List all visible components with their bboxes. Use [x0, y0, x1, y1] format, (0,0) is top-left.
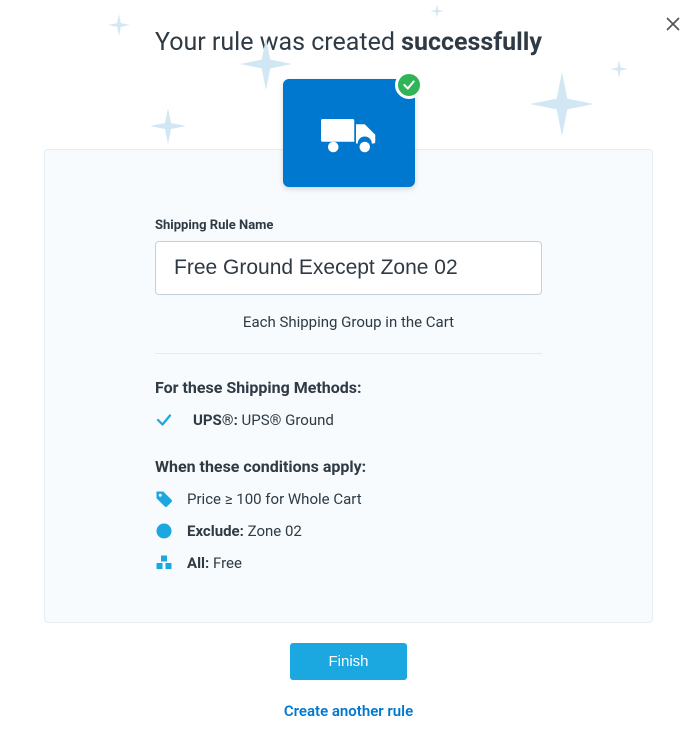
tag-icon	[155, 490, 173, 508]
title-prefix: Your rule was created	[155, 28, 401, 57]
page-title: Your rule was created successfully	[0, 0, 697, 57]
boxes-icon	[155, 554, 173, 572]
condition-price-text: Price ≥ 100 for Whole Cart	[187, 490, 362, 508]
close-icon	[664, 15, 682, 33]
truck-card	[283, 79, 415, 187]
success-badge	[395, 71, 423, 99]
method-text: UPS®: UPS® Ground	[193, 411, 334, 429]
condition-all: All: Free	[155, 554, 542, 572]
conditions-heading: When these conditions apply:	[155, 457, 542, 476]
condition-all-text: All: Free	[187, 554, 242, 572]
condition-exclude-text: Exclude: Zone 02	[187, 522, 302, 540]
globe-icon	[155, 522, 173, 540]
rule-name-input[interactable]	[155, 241, 542, 295]
finish-button[interactable]: Finish	[290, 643, 406, 680]
divider	[155, 353, 542, 354]
check-icon	[402, 78, 416, 92]
truck-icon	[321, 112, 377, 154]
method-row: UPS®: UPS® Ground	[155, 411, 542, 429]
summary-card: Shipping Rule Name Each Shipping Group i…	[44, 149, 653, 623]
close-button[interactable]	[657, 8, 689, 40]
scope-caption: Each Shipping Group in the Cart	[155, 313, 542, 331]
rule-hero	[283, 79, 415, 187]
condition-exclude: Exclude: Zone 02	[155, 522, 542, 540]
check-icon	[155, 411, 173, 429]
rule-name-label: Shipping Rule Name	[155, 218, 542, 233]
methods-heading: For these Shipping Methods:	[155, 378, 542, 397]
create-another-link[interactable]: Create another rule	[0, 702, 697, 720]
title-emphasis: successfully	[401, 28, 542, 57]
condition-price: Price ≥ 100 for Whole Cart	[155, 490, 542, 508]
